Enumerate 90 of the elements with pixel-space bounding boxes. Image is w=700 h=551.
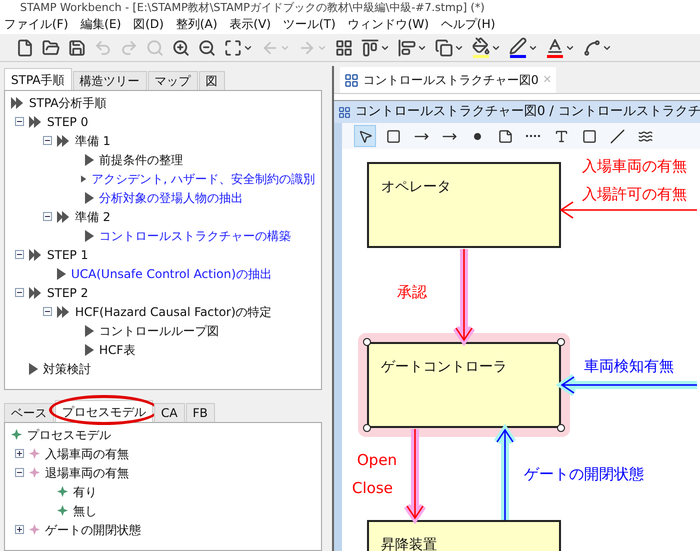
- rectangle-icon: [582, 128, 596, 144]
- collapse-icon[interactable]: [43, 307, 52, 316]
- tree-item[interactable]: STEP 0: [47, 112, 88, 130]
- connector-label: Close: [352, 478, 393, 499]
- tree-item[interactable]: 準備 1: [75, 132, 110, 150]
- connector-label: ゲートの開閉状態: [524, 464, 644, 485]
- paint-bucket-icon: [472, 37, 490, 55]
- tree-item[interactable]: 無し: [73, 502, 97, 520]
- tree-item[interactable]: 退場車両の有無: [45, 464, 129, 482]
- tree-item[interactable]: コントロールストラクチャーの構築: [99, 226, 291, 244]
- collapse-icon[interactable]: [43, 136, 52, 145]
- line-icon: [610, 128, 624, 144]
- tree-item[interactable]: STEP 1: [47, 246, 88, 264]
- connector-label: 承認: [397, 282, 427, 303]
- panel-tab[interactable]: FB: [186, 403, 215, 422]
- stack-icon: [435, 38, 453, 56]
- tree-item[interactable]: HCF(Hazard Causal Factor)の特定: [75, 302, 272, 320]
- font-color-icon: [546, 37, 564, 55]
- block[interactable]: ゲートコントローラ: [367, 342, 561, 428]
- menu-item[interactable]: ウィンドウ(W): [348, 15, 429, 33]
- panel-tab[interactable]: ベース: [4, 403, 54, 422]
- tree-item[interactable]: ゲートの開閉状態: [45, 520, 141, 538]
- tree-item[interactable]: STEP 2: [47, 284, 88, 302]
- panel-tab[interactable]: プロセスモデル: [55, 400, 153, 422]
- collapse-icon[interactable]: [15, 117, 24, 126]
- tree-item[interactable]: コントロールループ図: [99, 322, 219, 340]
- tree-item[interactable]: 対策検討: [43, 360, 91, 378]
- layout-icon: [335, 38, 353, 56]
- fit-icon: [224, 38, 242, 56]
- connector-icon: [583, 38, 601, 56]
- menu-item[interactable]: ヘルプ(H): [440, 15, 496, 33]
- window-title: STAMP Workbench - [E:\STAMP教材\STAMPガイドブックの教材\中級編\中級-#7.stmp] (*): [19, 0, 485, 14]
- connector-label: 入場車両の有無: [582, 156, 687, 177]
- new-file-icon: [16, 38, 34, 56]
- save-icon: [68, 38, 86, 56]
- diagram-window-title: コントロールストラクチャー図0 / コントロールストラクチ: [355, 103, 700, 122]
- expand-icon[interactable]: [15, 525, 24, 534]
- panel-tab[interactable]: 図: [198, 71, 225, 90]
- block-label: 昇降装置: [381, 537, 437, 551]
- panel-tab[interactable]: マップ: [148, 71, 198, 90]
- tree-item[interactable]: アクシデント, ハザード、安全制約の識別: [91, 170, 315, 188]
- collapse-icon[interactable]: [15, 250, 24, 259]
- folder-icon: [42, 38, 60, 56]
- tree-item[interactable]: STPA分析手順: [29, 94, 107, 112]
- text-tool-icon: [554, 128, 568, 144]
- collapse-icon[interactable]: [15, 468, 24, 477]
- tree-item[interactable]: 前提条件の整理: [99, 150, 183, 168]
- menu-item[interactable]: 図(D): [133, 15, 164, 33]
- pen-icon: [509, 37, 527, 55]
- block[interactable]: 昇降装置: [367, 520, 561, 551]
- diagram-icon: [338, 106, 351, 118]
- zoom-out-icon: [198, 38, 216, 56]
- connector-label: Open: [357, 450, 398, 471]
- connector-label: 車両検知有無: [584, 356, 674, 377]
- tree-item[interactable]: 準備 2: [75, 208, 110, 226]
- block[interactable]: オペレータ: [367, 162, 561, 248]
- menu-item[interactable]: 編集(E): [80, 15, 122, 33]
- menu-item[interactable]: ファイル(F): [4, 15, 68, 33]
- diagram-icon: [344, 72, 359, 88]
- collapse-icon[interactable]: [43, 212, 52, 221]
- tree-item[interactable]: UCA(Unsafe Control Action)の抽出: [71, 264, 272, 282]
- menu-item[interactable]: ツール(T): [282, 15, 336, 33]
- undo-icon: [94, 38, 112, 56]
- align-left-icon: [398, 38, 416, 56]
- pointer-icon: [358, 128, 372, 144]
- dotted-line-icon: [526, 135, 540, 137]
- align-top-icon: [361, 38, 379, 56]
- block-label: ゲートコントローラ: [381, 359, 507, 375]
- redo-icon: [120, 38, 138, 56]
- menu-item[interactable]: 整列(A): [176, 15, 218, 33]
- collapse-icon[interactable]: [15, 288, 24, 297]
- tree-item[interactable]: プロセスモデル: [27, 426, 111, 444]
- expand-icon[interactable]: [15, 449, 24, 458]
- connector-label: 入場許可の有無: [582, 184, 687, 205]
- panel-tab[interactable]: STPA手順: [4, 68, 72, 90]
- curve-icon: [638, 128, 652, 144]
- block-label: オペレータ: [381, 179, 451, 195]
- diagram-tool-button[interactable]: [354, 125, 376, 147]
- editor-tab[interactable]: コントロールストラクチャー図0 ✕: [340, 67, 556, 93]
- menu-item[interactable]: 表示(V): [229, 15, 271, 33]
- search-icon: [146, 38, 164, 56]
- tree-item[interactable]: 入場車両の有無: [45, 444, 129, 462]
- note-icon: [498, 128, 512, 144]
- tree-item[interactable]: HCF表: [99, 340, 136, 358]
- tree-item[interactable]: 有り: [73, 482, 97, 500]
- zoom-in-icon: [172, 38, 190, 56]
- panel-tab[interactable]: CA: [154, 403, 185, 422]
- tree-item[interactable]: 分析対象の登場人物の抽出: [99, 188, 243, 206]
- component-icon: [386, 128, 400, 144]
- panel-tab[interactable]: 構造ツリー: [72, 71, 147, 90]
